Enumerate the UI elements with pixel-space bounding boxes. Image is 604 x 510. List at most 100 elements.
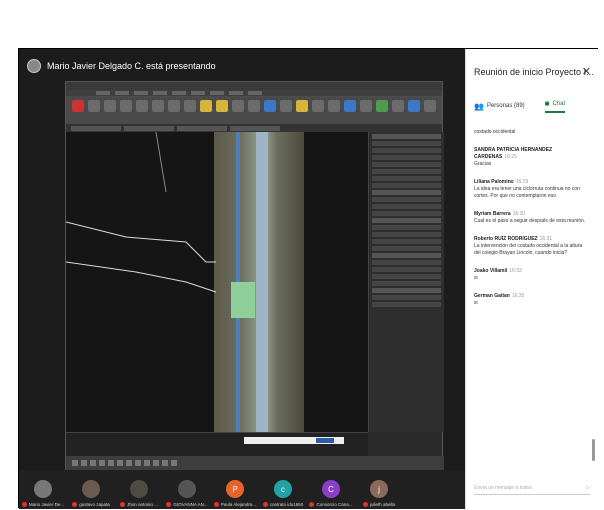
mic-off-icon [309,502,315,507]
author-name: Joako Villamil [474,268,508,274]
participant-tile[interactable]: GIOVANNA AN... [163,470,211,509]
chat-message: German Gaitan 16:35 si [474,293,590,307]
chat-messages: costado occidental SANDRA PATRICIA HERNAN… [474,129,590,318]
avatar [130,480,148,498]
people-icon: 👥 [474,101,484,111]
cad-taskbar [66,456,444,470]
cad-ribbon [66,90,442,125]
participant-name: Consorcio Cana... [316,502,353,507]
mic-off-icon [362,502,368,507]
message-author: Joako Villamil 16:33 [474,268,590,275]
tab-people-label: Personas (89) [486,103,525,109]
avatar [178,480,196,498]
chat-message: Roberto RUIZ RODRIGUEZ 16:31 La intervenci… [474,236,590,257]
cad-command-line [66,432,368,456]
participant-name-row: gustavo zapata [72,502,110,507]
presenter-label: Mario Javier Delgado C. está presentando [47,61,216,71]
message-time: 16:35 [511,293,525,299]
participant-tile[interactable]: C Consorcio Cana... [307,470,355,509]
participant-tile[interactable]: P Paula Alejandra... [211,470,259,509]
participant-name-row: julieth abella [362,502,396,507]
participant-tile[interactable]: j julieth abella [355,470,403,509]
message-author: Myriam Barrera 16:30 [474,211,590,218]
participant-name: gustavo zapata [79,502,110,507]
message-text: Cual es el paso a seguir después de esta… [474,218,586,224]
tab-chat-label: Chat [552,100,566,107]
cad-title-bar [66,82,442,90]
participant-name-row: GIOVANNA AN... [166,502,208,507]
mic-off-icon [21,502,27,507]
meeting-title: Reunión de inicio Proyecto I... [474,67,594,77]
avatar: P [226,480,244,498]
cad-properties-palette [368,132,444,432]
presenter-banner: Mario Javier Delgado C. está presentando [27,59,216,73]
avatar: j [370,480,388,498]
tab-people[interactable]: 👥 Personas (89) [474,99,525,113]
author-name: German Gaitan [474,293,510,299]
message-author: German Gaitan 16:35 [474,293,590,300]
participant-name: Paula Alejandra... [220,502,257,507]
meeting-window: Mario Javier Delgado C. está presentando [18,48,599,509]
author-name: Roberto RUIZ RODRIGUEZ [474,236,538,242]
message-author: SANDRA PATRICIA HERNANDEZ CARDENAS 16:25 [474,147,590,161]
cad-viewport [66,132,368,432]
panel-tabs: 👥 Personas (89) ■ Chat [474,99,566,113]
message-text: costado occidental [474,129,516,135]
participant-name: GIOVANNA AN... [173,502,208,507]
avatar: C [322,480,340,498]
message-text: si [474,300,478,306]
author-name: Liliana Palomino [474,179,514,185]
chat-scrollbar[interactable] [592,439,595,461]
message-time: 16:31 [539,236,553,242]
participant-tile[interactable]: Mario Javier De... [19,470,67,509]
participant-tile[interactable]: c contrato idu1650 [259,470,307,509]
participant-name-row: contrato idu1650 [262,502,304,507]
participant-name-row: Jhon antonio ... [120,502,158,507]
tab-chat[interactable]: ■ Chat [544,99,566,113]
message-author: Roberto RUIZ RODRIGUEZ 16:31 [474,236,590,243]
participants-strip: Mario Javier De... gustavo zapata Jhon ant… [19,470,465,509]
participant-name: Jhon antonio ... [127,502,158,507]
participant-tile[interactable]: gustavo zapata [67,470,115,509]
chat-message: Liliana Palomino 16:29 La idea era tener u… [474,179,590,200]
chat-message: Myriam Barrera 16:30 Cual es el paso a seg… [474,211,590,225]
chat-icon: ■ [544,99,550,108]
participant-name-row: Consorcio Cana... [309,502,353,507]
participant-name: Mario Javier De... [28,502,65,507]
avatar [82,480,100,498]
participant-name: julieth abella [369,502,396,507]
author-name: Myriam Barrera [474,211,511,217]
mic-off-icon [120,502,126,507]
participant-name: contrato idu1650 [269,502,304,507]
participant-tile[interactable]: Jhon antonio ... [115,470,163,509]
participant-name-row: Paula Alejandra... [213,502,257,507]
mic-off-icon [72,502,78,507]
message-time: 16:25 [504,154,517,160]
message-text: La intervención del costado occidental a… [474,243,583,256]
avatar: c [274,480,292,498]
presenter-avatar [27,59,41,73]
message-text: La idea era tener una ciclorruta continu… [474,186,580,199]
avatar [34,480,52,498]
chat-input-placeholder: Envía un mensaje a todos [474,484,532,491]
mic-off-icon [166,502,172,507]
participant-name-row: Mario Javier De... [21,502,65,507]
mic-off-icon [262,502,268,507]
message-text: Gracias [474,161,492,167]
close-icon[interactable]: ✕ [582,65,591,78]
message-time: 16:33 [509,268,522,274]
chat-message: costado occidental [474,129,590,136]
message-text: si [474,275,478,281]
message-time: 16:30 [512,211,526,217]
shared-screen [65,81,444,470]
send-icon[interactable]: ▷ [586,485,590,491]
message-author: Liliana Palomino 16:29 [474,179,590,186]
presentation-stage: Mario Javier Delgado C. está presentando [19,49,465,509]
chat-message: Joako Villamil 16:33 si [474,268,590,282]
mic-off-icon [213,502,219,507]
chat-input[interactable]: Envía un mensaje a todos ▷ [474,481,590,495]
side-panel: Reunión de inicio Proyecto I... ✕ 👥 Pers… [465,49,599,509]
chat-message: SANDRA PATRICIA HERNANDEZ CARDENAS 16:25 G… [474,147,590,168]
message-time: 16:29 [515,179,529,185]
sharing-banner [244,437,344,444]
